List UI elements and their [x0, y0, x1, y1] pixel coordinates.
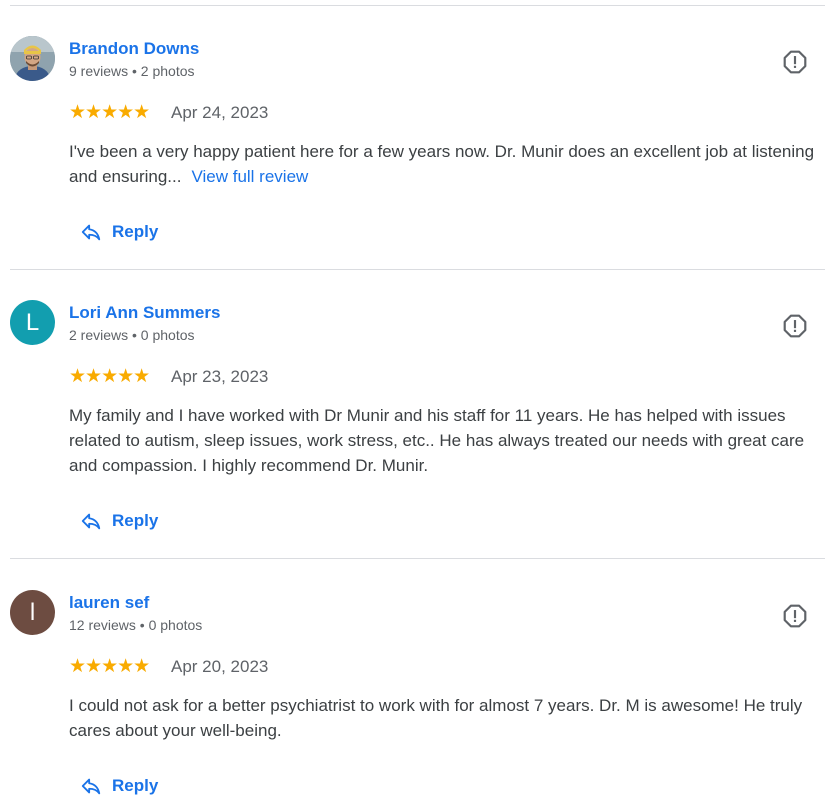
review-text-body: I've been a very happy patient here for … [69, 142, 815, 186]
avatar[interactable]: L [10, 300, 55, 345]
report-flag-icon [783, 50, 807, 74]
report-flag-icon [783, 314, 807, 338]
report-flag-icon [783, 604, 807, 628]
review-text: I could not ask for a better psychiatris… [69, 693, 821, 743]
reviewer-meta: 2 reviews • 0 photos [69, 327, 195, 343]
reply-button[interactable]: Reply [80, 510, 158, 532]
reviewer-meta: 9 reviews • 2 photos [69, 63, 195, 79]
star-rating: ★★★★★ [69, 102, 150, 123]
review-date: Apr 24, 2023 [171, 103, 269, 122]
avatar-photo [10, 36, 55, 81]
review-card: Brandon Downs 9 reviews • 2 photos ★★★★★… [0, 36, 838, 266]
reply-label: Reply [112, 222, 159, 241]
avatar[interactable] [10, 36, 55, 81]
review-divider [10, 5, 825, 6]
review-date: Apr 20, 2023 [171, 657, 269, 676]
reply-button[interactable]: Reply [80, 221, 158, 243]
reviewer-name[interactable]: lauren sef [69, 593, 149, 613]
review-text-body: I could not ask for a better psychiatris… [69, 696, 803, 740]
reply-arrow-icon [81, 513, 101, 530]
reviewer-meta: 12 reviews • 0 photos [69, 617, 203, 633]
reviewer-name[interactable]: Lori Ann Summers [69, 303, 220, 323]
report-review-button[interactable] [782, 603, 808, 629]
review-text-body: My family and I have worked with Dr Muni… [69, 406, 805, 475]
reviewer-name[interactable]: Brandon Downs [69, 39, 199, 59]
reply-arrow-icon [81, 778, 101, 795]
report-review-button[interactable] [782, 49, 808, 75]
review-date: Apr 23, 2023 [171, 367, 269, 386]
report-review-button[interactable] [782, 313, 808, 339]
review-divider [10, 558, 825, 559]
reply-button[interactable]: Reply [80, 775, 158, 797]
review-card: L Lori Ann Summers 2 reviews • 0 photos … [0, 300, 838, 555]
star-rating: ★★★★★ [69, 366, 150, 387]
star-rating: ★★★★★ [69, 656, 150, 677]
review-divider [10, 269, 825, 270]
reply-label: Reply [112, 511, 159, 530]
reply-label: Reply [112, 776, 159, 795]
review-text: I've been a very happy patient here for … [69, 139, 821, 189]
avatar[interactable]: l [10, 590, 55, 635]
review-text: My family and I have worked with Dr Muni… [69, 403, 821, 478]
reply-arrow-icon [81, 224, 101, 241]
view-full-review-link[interactable]: View full review [191, 167, 308, 186]
review-card: l lauren sef 12 reviews • 0 photos ★★★★★… [0, 590, 838, 812]
